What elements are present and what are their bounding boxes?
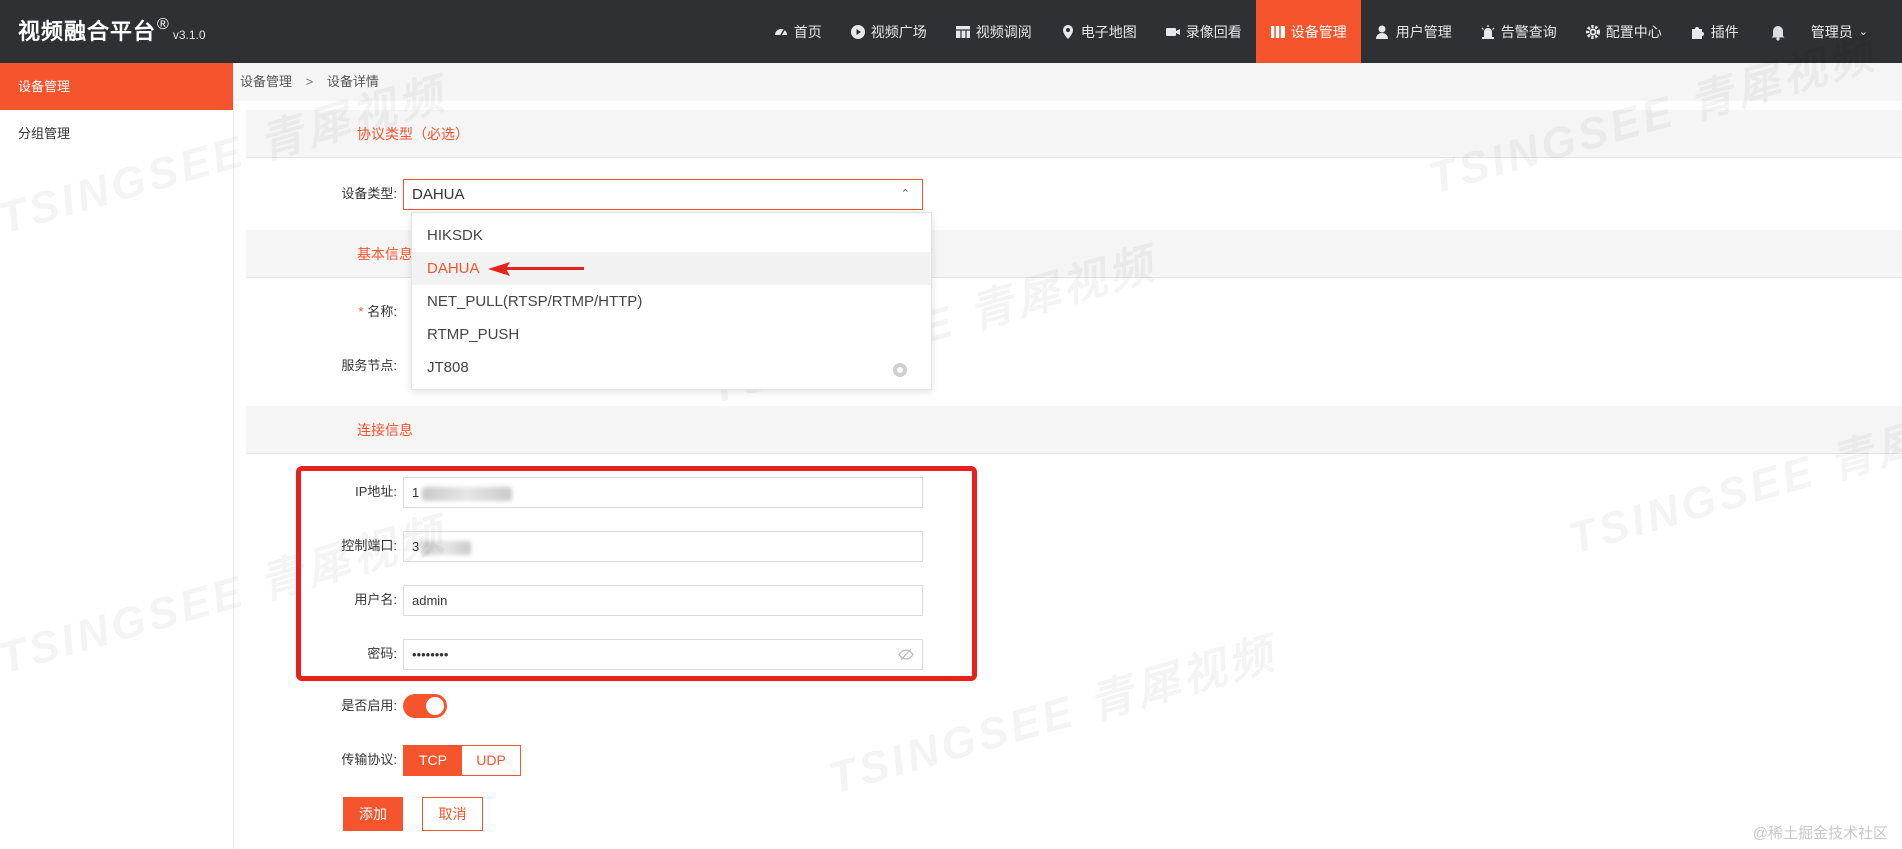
video-camera-icon — [1165, 24, 1181, 40]
nav-playback[interactable]: 录像回看 — [1151, 0, 1256, 63]
name-label-text: 名称: — [367, 304, 397, 319]
transport-label: 传输协议: — [341, 752, 397, 767]
required-mark: * — [358, 304, 364, 319]
nav-config-center-label: 配置中心 — [1605, 23, 1662, 40]
name-label: * 名称: — [246, 295, 397, 329]
app-version: v3.1.0 — [172, 28, 206, 42]
device-type-value: DAHUA — [412, 186, 465, 203]
service-node-label: 服务节点: — [341, 358, 397, 373]
registered-mark: ® — [157, 16, 169, 33]
breadcrumb: 设备管理 > 设备详情 — [234, 63, 1902, 101]
dropdown-option-hiksdk[interactable]: HIKSDK — [412, 219, 931, 252]
section-connection: 连接信息 — [246, 406, 1902, 454]
main-nav: 首页 视频广场 视频调阅 电子地图 录像回看 设备管理 用户管理 告警查询 配置… — [759, 0, 1874, 63]
sidebar-item-device-management[interactable]: 设备管理 — [0, 63, 233, 110]
alarm-icon — [1480, 24, 1496, 40]
section-connection-title: 连接信息 — [357, 422, 413, 438]
transport-row: 传输协议: TCP UDP — [246, 743, 1146, 777]
toggle-knob — [426, 697, 444, 715]
app-title: 视频融合平台 — [18, 19, 157, 44]
add-button[interactable]: 添加 — [343, 797, 403, 831]
breadcrumb-separator: > — [305, 74, 314, 89]
nav-config-center[interactable]: 配置中心 — [1571, 0, 1676, 63]
transport-segmented-control: TCP UDP — [403, 745, 521, 776]
dropdown-option-jt808[interactable]: JT808 — [412, 351, 931, 384]
top-navigation-bar: 视频融合平台 ® v3.1.0 首页 视频广场 视频调阅 电子地图 录像回看 设… — [0, 0, 1902, 63]
user-menu[interactable]: 管理员 ⌄ — [1803, 0, 1874, 63]
enable-label: 是否启用: — [341, 698, 397, 713]
breadcrumb-current: 设备详情 — [326, 74, 379, 89]
annotation-arrow — [488, 262, 584, 276]
nav-video-view[interactable]: 视频调阅 — [941, 0, 1046, 63]
nav-home[interactable]: 首页 — [759, 0, 836, 63]
section-protocol: 协议类型（必选） — [246, 110, 1902, 158]
nav-plugins[interactable]: 插件 — [1676, 0, 1753, 63]
dashboard-icon — [773, 24, 789, 40]
bell-icon — [1771, 25, 1785, 41]
enable-toggle[interactable] — [403, 694, 447, 718]
nav-video-square[interactable]: 视频广场 — [836, 0, 941, 63]
user-icon — [1375, 24, 1391, 40]
nav-map[interactable]: 电子地图 — [1046, 0, 1151, 63]
section-basic-title: 基本信息 — [357, 246, 413, 262]
device-type-row: 设备类型: DAHUA ⌃ — [246, 177, 1146, 211]
app-brand: 视频融合平台 ® v3.1.0 — [18, 14, 206, 50]
grid-icon — [955, 24, 971, 40]
device-type-select[interactable]: DAHUA ⌃ — [403, 179, 923, 210]
dropdown-option-net-pull[interactable]: NET_PULL(RTSP/RTMP/HTTP) — [412, 285, 931, 318]
nav-alarm-query-label: 告警查询 — [1500, 23, 1557, 40]
transport-tcp-option[interactable]: TCP — [404, 746, 462, 775]
nav-device-management[interactable]: 设备管理 — [1255, 0, 1361, 63]
enable-row: 是否启用: — [246, 689, 1146, 723]
cancel-button[interactable]: 取消 — [422, 797, 483, 831]
dropdown-option-rtmp-push[interactable]: RTMP_PUSH — [412, 318, 931, 351]
transport-udp-option[interactable]: UDP — [462, 746, 520, 775]
settings-gear-icon — [893, 363, 907, 377]
sidebar-item-group-management[interactable]: 分组管理 — [0, 110, 233, 157]
puzzle-icon — [1690, 24, 1706, 40]
device-type-label: 设备类型: — [341, 186, 397, 201]
nav-alarm-query[interactable]: 告警查询 — [1466, 0, 1571, 63]
nav-video-square-label: 视频广场 — [870, 23, 927, 40]
map-pin-icon — [1060, 24, 1076, 40]
nav-plugins-label: 插件 — [1710, 23, 1739, 40]
nav-device-management-label: 设备管理 — [1290, 23, 1347, 40]
main-content: 设备管理 > 设备详情 协议类型（必选） 设备类型: DAHUA ⌃ 基本信息 … — [234, 63, 1902, 849]
nav-video-view-label: 视频调阅 — [975, 23, 1032, 40]
play-circle-icon — [850, 24, 866, 40]
gear-icon — [1585, 24, 1601, 40]
nav-user-management-label: 用户管理 — [1395, 23, 1452, 40]
nav-home-label: 首页 — [793, 23, 822, 40]
breadcrumb-parent[interactable]: 设备管理 — [240, 74, 292, 89]
notification-bell[interactable] — [1753, 0, 1803, 63]
annotation-highlight-box — [296, 466, 977, 681]
chevron-up-icon: ⌃ — [900, 188, 910, 200]
user-name: 管理员 — [1810, 23, 1853, 40]
nav-playback-label: 录像回看 — [1185, 23, 1242, 40]
nav-user-management[interactable]: 用户管理 — [1361, 0, 1466, 63]
footer-watermark: @稀土掘金技术社区 — [1752, 825, 1888, 842]
section-protocol-title: 协议类型（必选） — [357, 126, 469, 142]
device-icon — [1270, 24, 1286, 40]
device-type-dropdown: HIKSDK DAHUA NET_PULL(RTSP/RTMP/HTTP) RT… — [411, 212, 932, 390]
sidebar: 设备管理 分组管理 — [0, 63, 234, 849]
chevron-down-icon: ⌄ — [1858, 26, 1868, 38]
nav-map-label: 电子地图 — [1080, 23, 1137, 40]
